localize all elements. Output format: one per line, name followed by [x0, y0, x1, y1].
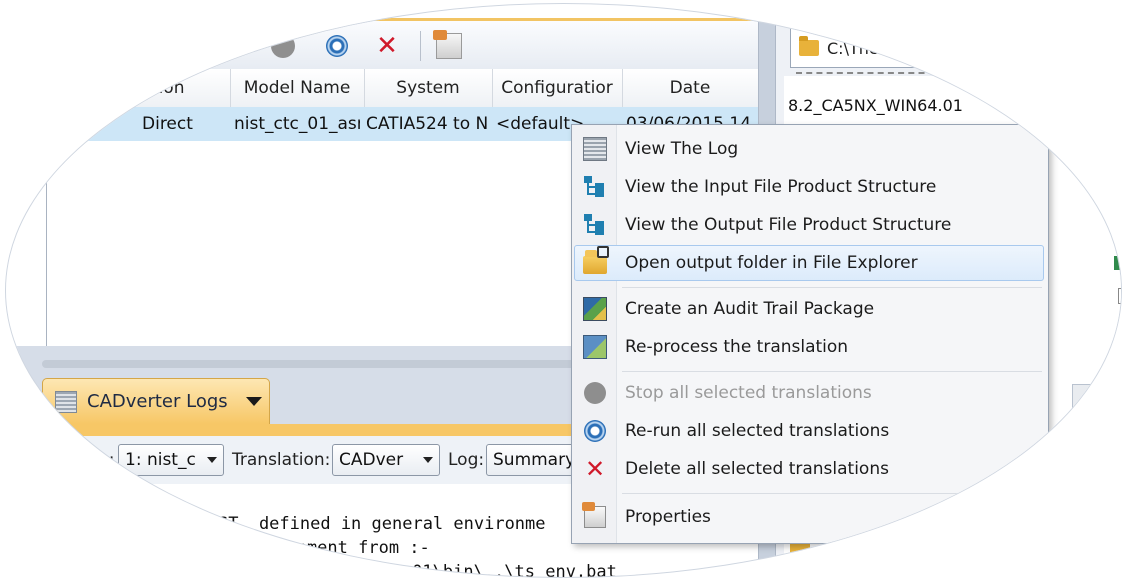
toolbar: ✕ [6, 18, 758, 72]
context-menu: View The Log View the Input File Product… [571, 124, 1049, 544]
menu-item-rerun-selected[interactable]: Re-run all selected translations [574, 413, 1044, 449]
menu-item-label: View the Output File Product Structure [625, 215, 952, 235]
menu-item-label: Delete all selected translations [625, 459, 889, 479]
cell-system: CATIA524 to N [366, 114, 489, 134]
menu-separator [622, 287, 1042, 288]
screenshot-vignette: C:\Thec 8.2_CA5NX_WIN64.01 ✕ ation Model… [6, 4, 1121, 577]
tree-icon [584, 214, 606, 236]
file-list-item[interactable]: 8.2_CA5NX_WIN64.01 [788, 96, 963, 115]
menu-separator [622, 371, 1042, 372]
screen: C:\Thec 8.2_CA5NX_WIN64.01 ✕ ation Model… [0, 0, 1127, 581]
log-line: ironment from :- [266, 538, 430, 558]
rerun-icon [584, 420, 606, 442]
properties-icon [582, 502, 606, 528]
column-header-date[interactable]: Date [622, 69, 758, 107]
translation-label: Translation: [232, 450, 331, 470]
delete-icon: ✕ [376, 31, 398, 61]
audit-icon [583, 297, 607, 321]
column-header-system[interactable]: System [364, 69, 493, 107]
menu-item-label: Open output folder in File Explorer [625, 253, 918, 273]
properties-icon [433, 30, 462, 59]
log-line: ST defined in general environme [218, 514, 546, 534]
file-list-divider [796, 72, 996, 78]
path-field[interactable]: C:\Thec [790, 28, 990, 68]
rerun-button[interactable] [322, 31, 352, 61]
menu-separator [622, 493, 1042, 494]
column-header-configuration[interactable]: Configuratior [492, 69, 623, 107]
dropdown-arrow-icon [423, 457, 433, 463]
reprocess-icon [583, 335, 607, 359]
file-icon [1118, 288, 1121, 304]
file-icon [1114, 226, 1121, 240]
model-select[interactable]: 1: nist_c [118, 444, 224, 476]
folder-open-icon [583, 246, 609, 274]
delete-button[interactable]: ✕ [372, 31, 402, 61]
cell-model-name: nist_ctc_01_asn [234, 114, 360, 134]
menu-item-label: Stop all selected translations [625, 383, 872, 403]
translation-select[interactable]: CADver [332, 444, 440, 476]
log-line: IN64.01\bin\..\ts_env.bat [361, 562, 617, 577]
menu-item-open-output-folder[interactable]: Open output folder in File Explorer [574, 245, 1044, 281]
menu-item-create-audit-trail[interactable]: Create an Audit Trail Package [574, 291, 1044, 327]
folder-icon [799, 36, 819, 56]
menu-item-label: Create an Audit Trail Package [625, 299, 875, 319]
menu-item-properties[interactable]: Properties [574, 499, 1044, 535]
cell-translation: Direct [142, 114, 193, 134]
column-header-model-name[interactable]: Model Name [230, 69, 365, 107]
log-icon [583, 137, 607, 161]
tab-label: CADverter Logs [87, 391, 228, 412]
stop-icon [584, 382, 606, 404]
menu-item-view-output-structure[interactable]: View the Output File Product Structure [574, 207, 1044, 243]
menu-item-delete-selected[interactable]: ✕ Delete all selected translations [574, 451, 1044, 487]
menu-item-label: Re-run all selected translations [625, 421, 890, 441]
column-header-translation[interactable]: ation [96, 69, 231, 107]
menu-item-view-log[interactable]: View The Log [574, 131, 1044, 167]
grid-header: ation Model Name System Configuratior Da… [6, 69, 758, 108]
properties-button[interactable] [433, 30, 464, 61]
log-select-value: Summary [493, 450, 576, 470]
rerun-icon [326, 35, 348, 57]
tree-icon [584, 176, 606, 198]
stop-button[interactable] [268, 31, 298, 61]
menu-item-reprocess[interactable]: Re-process the translation [574, 329, 1044, 365]
file-icon [1114, 256, 1121, 270]
model-select-value: 1: nist_c [125, 450, 196, 470]
toolbar-separator [420, 31, 421, 61]
folder-icon [790, 542, 810, 558]
menu-item-view-input-structure[interactable]: View the Input File Product Structure [574, 169, 1044, 205]
path-text: C:\Thec [827, 38, 888, 58]
right-scrollbar-thumb[interactable] [1072, 384, 1094, 426]
stop-icon [271, 34, 295, 58]
log-label: Log: [448, 450, 485, 470]
menu-item-label: Properties [625, 507, 711, 527]
log-icon [55, 390, 77, 413]
translation-select-value: CADver [339, 450, 404, 470]
model-label: n: [98, 450, 115, 470]
menu-item-label: View The Log [625, 139, 739, 159]
chevron-down-icon[interactable] [245, 397, 262, 406]
tab-cadverter-logs[interactable]: CADverter Logs [42, 378, 270, 424]
dropdown-arrow-icon [207, 457, 217, 463]
delete-icon: ✕ [584, 455, 606, 483]
menu-item-label: View the Input File Product Structure [625, 177, 937, 197]
menu-item-stop-selected[interactable]: Stop all selected translations [574, 375, 1044, 411]
menu-item-label: Re-process the translation [625, 337, 849, 357]
